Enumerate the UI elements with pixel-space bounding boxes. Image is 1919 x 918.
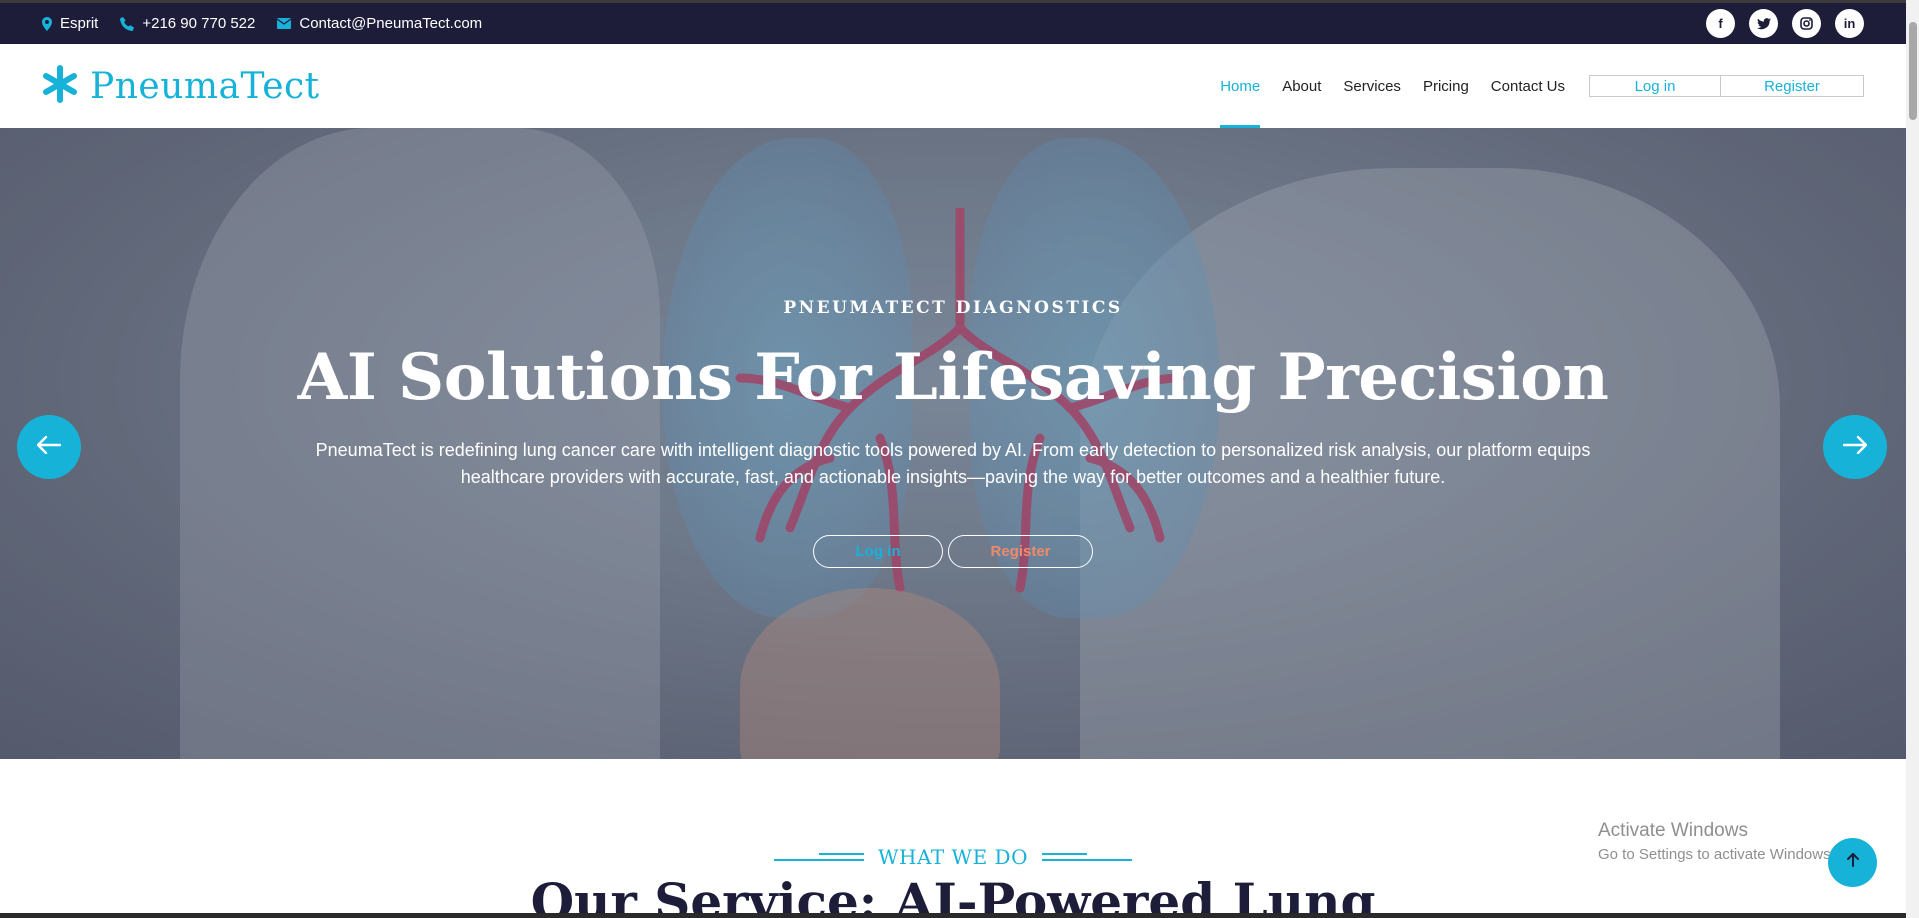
watermark-line-1: Activate Windows bbox=[1598, 820, 1748, 841]
arrow-right-icon bbox=[1842, 435, 1868, 459]
section-title: Our Service: AI-Powered Lung bbox=[530, 872, 1376, 918]
phone-icon bbox=[120, 16, 135, 31]
email-info[interactable]: Contact@PneumaTect.com bbox=[277, 15, 482, 32]
brand-logo[interactable]: PneumaTect bbox=[42, 64, 320, 108]
hero-buttons: Log in Register bbox=[0, 535, 1906, 568]
envelope-icon bbox=[277, 18, 292, 29]
hero-login-button[interactable]: Log in bbox=[813, 535, 943, 568]
carousel-next-button[interactable] bbox=[1823, 415, 1887, 479]
nav-register-button[interactable]: Register bbox=[1721, 75, 1864, 97]
scrollbar-thumb[interactable] bbox=[1909, 22, 1917, 120]
hero-title: AI Solutions For Lifesaving Precision bbox=[297, 340, 1609, 415]
hero-kicker: PNEUMATECT DIAGNOSTICS bbox=[783, 298, 1123, 318]
nav-item-services[interactable]: Services bbox=[1343, 44, 1401, 128]
phone-info[interactable]: +216 90 770 522 bbox=[120, 15, 255, 32]
twitter-icon[interactable] bbox=[1749, 9, 1778, 38]
back-to-top-button[interactable] bbox=[1828, 838, 1877, 887]
kicker-decoration-left bbox=[774, 853, 864, 861]
social-links: f in bbox=[1706, 9, 1864, 38]
nav-item-home[interactable]: Home bbox=[1220, 44, 1261, 128]
auth-buttons: Log in Register bbox=[1589, 75, 1864, 97]
hero-carousel: PNEUMATECT DIAGNOSTICS AI Solutions For … bbox=[0, 128, 1906, 759]
nav-menu: Home About Services Pricing Contact Us L… bbox=[1198, 44, 1864, 128]
linkedin-icon[interactable]: in bbox=[1835, 9, 1864, 38]
carousel-prev-button[interactable] bbox=[17, 415, 81, 479]
section-kicker-label: WHAT WE DO bbox=[878, 845, 1028, 869]
location-text: Esprit bbox=[60, 15, 99, 32]
arrow-up-icon bbox=[1846, 853, 1859, 872]
hero-register-button[interactable]: Register bbox=[948, 535, 1093, 568]
main-navbar: PneumaTect Home About Services Pricing C… bbox=[0, 44, 1906, 128]
page-scrollbar[interactable] bbox=[1906, 0, 1919, 918]
contact-info: Esprit +216 90 770 522 Contact@PneumaTec… bbox=[42, 15, 482, 32]
top-info-bar: Esprit +216 90 770 522 Contact@PneumaTec… bbox=[0, 0, 1906, 44]
kicker-decoration-right bbox=[1042, 853, 1132, 861]
location-info: Esprit bbox=[42, 15, 98, 32]
arrow-left-icon bbox=[36, 435, 62, 459]
email-text: Contact@PneumaTect.com bbox=[299, 15, 483, 32]
windows-activation-watermark: Activate Windows Go to Settings to activ… bbox=[1598, 820, 1835, 863]
nav-login-button[interactable]: Log in bbox=[1589, 75, 1721, 97]
nav-item-about[interactable]: About bbox=[1282, 44, 1321, 128]
nav-item-pricing[interactable]: Pricing bbox=[1423, 44, 1469, 128]
nav-item-contact-us[interactable]: Contact Us bbox=[1491, 44, 1565, 128]
phone-text: +216 90 770 522 bbox=[142, 15, 256, 32]
facebook-icon[interactable]: f bbox=[1706, 9, 1735, 38]
watermark-line-2: Go to Settings to activate Windows. bbox=[1598, 846, 1835, 863]
bottom-edge bbox=[0, 913, 1906, 918]
brand-name: PneumaTect bbox=[90, 65, 320, 107]
hero-description: PneumaTect is redefining lung cancer car… bbox=[315, 440, 1591, 487]
instagram-icon[interactable] bbox=[1792, 9, 1821, 38]
map-pin-icon bbox=[42, 16, 52, 31]
asterisk-icon bbox=[42, 64, 78, 108]
hero-content: PNEUMATECT DIAGNOSTICS AI Solutions For … bbox=[0, 298, 1906, 568]
